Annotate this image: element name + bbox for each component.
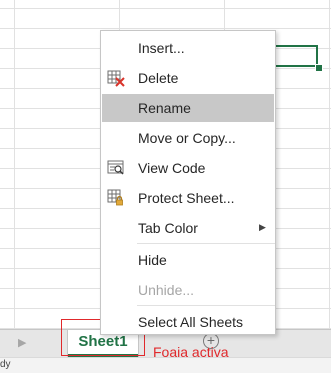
- menu-item-label: Insert...: [138, 40, 185, 56]
- menu-item-label: Unhide...: [138, 282, 195, 298]
- menu-item-label: View Code: [138, 160, 206, 176]
- submenu-arrow-icon: ▶: [259, 222, 266, 232]
- annotation-label: Foaia activa: [153, 344, 229, 360]
- menu-item-protect-sheet[interactable]: Protect Sheet...: [102, 184, 274, 212]
- menu-separator: [137, 243, 275, 244]
- menu-item-label: Move or Copy...: [138, 130, 236, 146]
- menu-item-select-all-sheets[interactable]: Select All Sheets: [102, 308, 274, 336]
- view-code-icon: [107, 159, 125, 177]
- menu-item-rename[interactable]: Rename: [102, 94, 274, 122]
- menu-item-view-code[interactable]: View Code: [102, 154, 274, 182]
- protect-sheet-icon: [107, 189, 125, 207]
- menu-item-tab-color[interactable]: Tab Color ▶: [102, 214, 274, 242]
- menu-item-move-or-copy[interactable]: Move or Copy...: [102, 124, 274, 152]
- menu-item-label: Rename: [138, 100, 191, 116]
- sheet-context-menu: Insert... Delete Rename Move or Copy...: [100, 30, 276, 335]
- fill-handle[interactable]: [315, 64, 323, 72]
- menu-item-label: Select All Sheets: [138, 314, 244, 330]
- delete-sheet-icon: [107, 69, 125, 87]
- menu-item-label: Delete: [138, 70, 179, 86]
- menu-item-label: Hide: [138, 252, 167, 268]
- menu-item-insert[interactable]: Insert...: [102, 34, 274, 62]
- menu-item-hide[interactable]: Hide: [102, 246, 274, 274]
- menu-item-label: Protect Sheet...: [138, 190, 235, 206]
- menu-separator: [137, 305, 275, 306]
- scroll-tabs-left-icon[interactable]: ▶: [18, 336, 26, 349]
- menu-item-delete[interactable]: Delete: [102, 64, 274, 92]
- menu-item-label: Tab Color: [138, 220, 198, 236]
- status-text: dy: [0, 359, 11, 370]
- menu-item-unhide: Unhide...: [102, 276, 274, 304]
